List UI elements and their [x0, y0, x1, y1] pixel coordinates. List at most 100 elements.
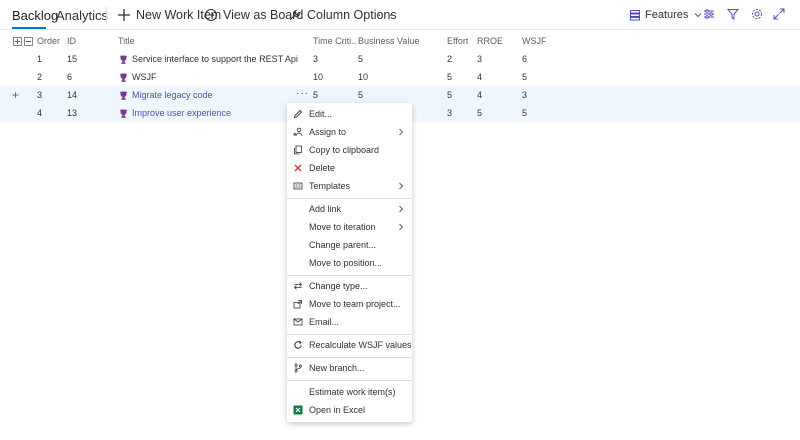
- menu-item-templates[interactable]: Templates: [287, 177, 412, 195]
- title-cell[interactable]: Service interface to support the REST Ap…: [119, 54, 298, 64]
- menu-item-change-parent[interactable]: Change parent...: [287, 236, 412, 254]
- filter-icon[interactable]: [727, 8, 739, 20]
- tab-analytics[interactable]: Analytics: [56, 9, 108, 23]
- expand-icon[interactable]: [773, 8, 785, 20]
- menu-item-estimate-work-items[interactable]: Estimate work item(s): [287, 383, 412, 401]
- effort-cell: 2: [447, 54, 453, 64]
- wrench-icon: [289, 9, 301, 21]
- title-text: WSJF: [132, 72, 157, 82]
- menu-item-edit[interactable]: Edit...: [287, 105, 412, 123]
- rroe-cell: 5: [477, 108, 483, 118]
- menu-item-copy-to-clipboard[interactable]: Copy to clipboard: [287, 141, 412, 159]
- collapse-all-button[interactable]: [24, 37, 33, 46]
- wsjf-cell: 3: [522, 90, 528, 100]
- menu-item-open-in-excel[interactable]: Open in Excel: [287, 401, 412, 419]
- rroe-cell: 4: [477, 72, 483, 82]
- menu-item-label: Change type...: [309, 281, 368, 291]
- pencil-icon: [293, 109, 303, 119]
- menu-item-label: Recalculate WSJF values: [309, 340, 412, 350]
- order-cell: 2: [37, 72, 43, 82]
- menu-item-label: Assign to: [309, 127, 347, 137]
- menu-item-label: Edit...: [309, 109, 333, 119]
- menu-item-label: Delete: [309, 163, 336, 173]
- table-row[interactable]: 2 6 WSJF 10 10 5 4 5: [0, 68, 800, 86]
- menu-item-label: Change parent...: [309, 240, 377, 250]
- settings-sliders-icon[interactable]: [703, 8, 715, 20]
- column-header-id[interactable]: ID: [67, 36, 76, 46]
- menu-divider: [287, 275, 412, 276]
- toolbar-divider: [106, 7, 107, 23]
- gear-icon[interactable]: [751, 8, 763, 20]
- menu-item-move-to-team-project[interactable]: Move to team project...: [287, 295, 412, 313]
- menu-item-assign-to[interactable]: Assign to: [287, 123, 412, 141]
- column-header-wsjf[interactable]: WSJF: [522, 36, 547, 46]
- row-more-actions-button[interactable]: ···: [296, 88, 309, 99]
- excel-icon: [293, 405, 303, 415]
- title-cell[interactable]: WSJF: [119, 72, 157, 82]
- menu-item-move-to-iteration[interactable]: Move to iteration: [287, 218, 412, 236]
- menu-item-recalculate-wsjf[interactable]: Recalculate WSJF values: [287, 336, 412, 354]
- column-header-order[interactable]: Order: [37, 36, 60, 46]
- menu-item-label: New branch...: [309, 363, 365, 373]
- menu-divider: [287, 334, 412, 335]
- menu-item-move-to-position[interactable]: Move to position...: [287, 254, 412, 272]
- copy-icon: [294, 145, 302, 155]
- order-cell: 3: [37, 90, 43, 100]
- active-tab-indicator: [12, 27, 46, 29]
- tab-backlog[interactable]: Backlog: [12, 9, 58, 23]
- add-child-icon[interactable]: +: [12, 89, 19, 101]
- context-menu: Edit... Assign to Copy to clipboard Dele…: [287, 103, 412, 422]
- business-value-cell: 5: [358, 54, 364, 64]
- title-cell[interactable]: Migrate legacy code: [119, 90, 213, 100]
- wsjf-cell: 6: [522, 54, 528, 64]
- board-arrow-icon: [204, 8, 218, 22]
- menu-item-new-branch[interactable]: New branch...: [287, 359, 412, 377]
- chevron-right-icon: [399, 128, 404, 136]
- id-cell: 6: [67, 72, 73, 82]
- menu-divider: [287, 357, 412, 358]
- column-header-effort[interactable]: Effort: [447, 36, 468, 46]
- time-criticality-cell: 10: [313, 72, 324, 82]
- menu-item-delete[interactable]: Delete: [287, 159, 412, 177]
- table-row[interactable]: + 3 14 Migrate legacy code ··· 5 5 5 4 3: [0, 86, 800, 104]
- menu-item-change-type[interactable]: Change type...: [287, 277, 412, 295]
- column-header-business-value[interactable]: Business Value: [358, 36, 419, 46]
- effort-cell: 5: [447, 90, 453, 100]
- menu-item-email[interactable]: Email...: [287, 313, 412, 331]
- assign-icon: [293, 127, 303, 137]
- toolbar-more-button[interactable]: ···: [377, 6, 394, 22]
- wsjf-cell: 5: [522, 108, 528, 118]
- menu-divider: [287, 380, 412, 381]
- menu-item-label: Templates: [309, 181, 351, 191]
- move-project-icon: [293, 300, 302, 309]
- branch-icon: [294, 363, 303, 373]
- plus-icon: [118, 9, 130, 21]
- menu-item-label: Copy to clipboard: [309, 145, 380, 155]
- chevron-right-icon: [399, 205, 404, 213]
- table-row[interactable]: 1 15 Service interface to support the RE…: [0, 50, 800, 68]
- trophy-icon: [119, 73, 128, 82]
- grid-header: Order ID Title Time Criti... Business Va…: [0, 32, 800, 50]
- expand-all-button[interactable]: [13, 37, 22, 46]
- column-header-rroe[interactable]: RROE: [477, 36, 503, 46]
- chevron-right-icon: [399, 182, 404, 190]
- column-header-time-criticality[interactable]: Time Criti...: [313, 36, 357, 46]
- backlog-level-icon: [630, 10, 640, 21]
- email-icon: [293, 318, 303, 326]
- id-cell: 13: [67, 108, 78, 118]
- menu-item-label: Email...: [309, 317, 340, 327]
- column-header-title[interactable]: Title: [118, 36, 135, 46]
- features-picker[interactable]: Features: [629, 7, 703, 23]
- wsjf-cell: 5: [522, 72, 528, 82]
- trophy-icon: [119, 55, 128, 64]
- title-text: Migrate legacy code: [132, 90, 213, 100]
- trophy-icon: [119, 91, 128, 100]
- change-type-icon: [293, 282, 303, 290]
- title-cell[interactable]: Improve user experience: [119, 108, 231, 118]
- id-cell: 14: [67, 90, 78, 100]
- delete-icon: [294, 164, 302, 172]
- menu-item-label: Move to team project...: [309, 299, 401, 309]
- menu-item-add-link[interactable]: Add link: [287, 200, 412, 218]
- effort-cell: 3: [447, 108, 453, 118]
- trophy-icon: [119, 109, 128, 118]
